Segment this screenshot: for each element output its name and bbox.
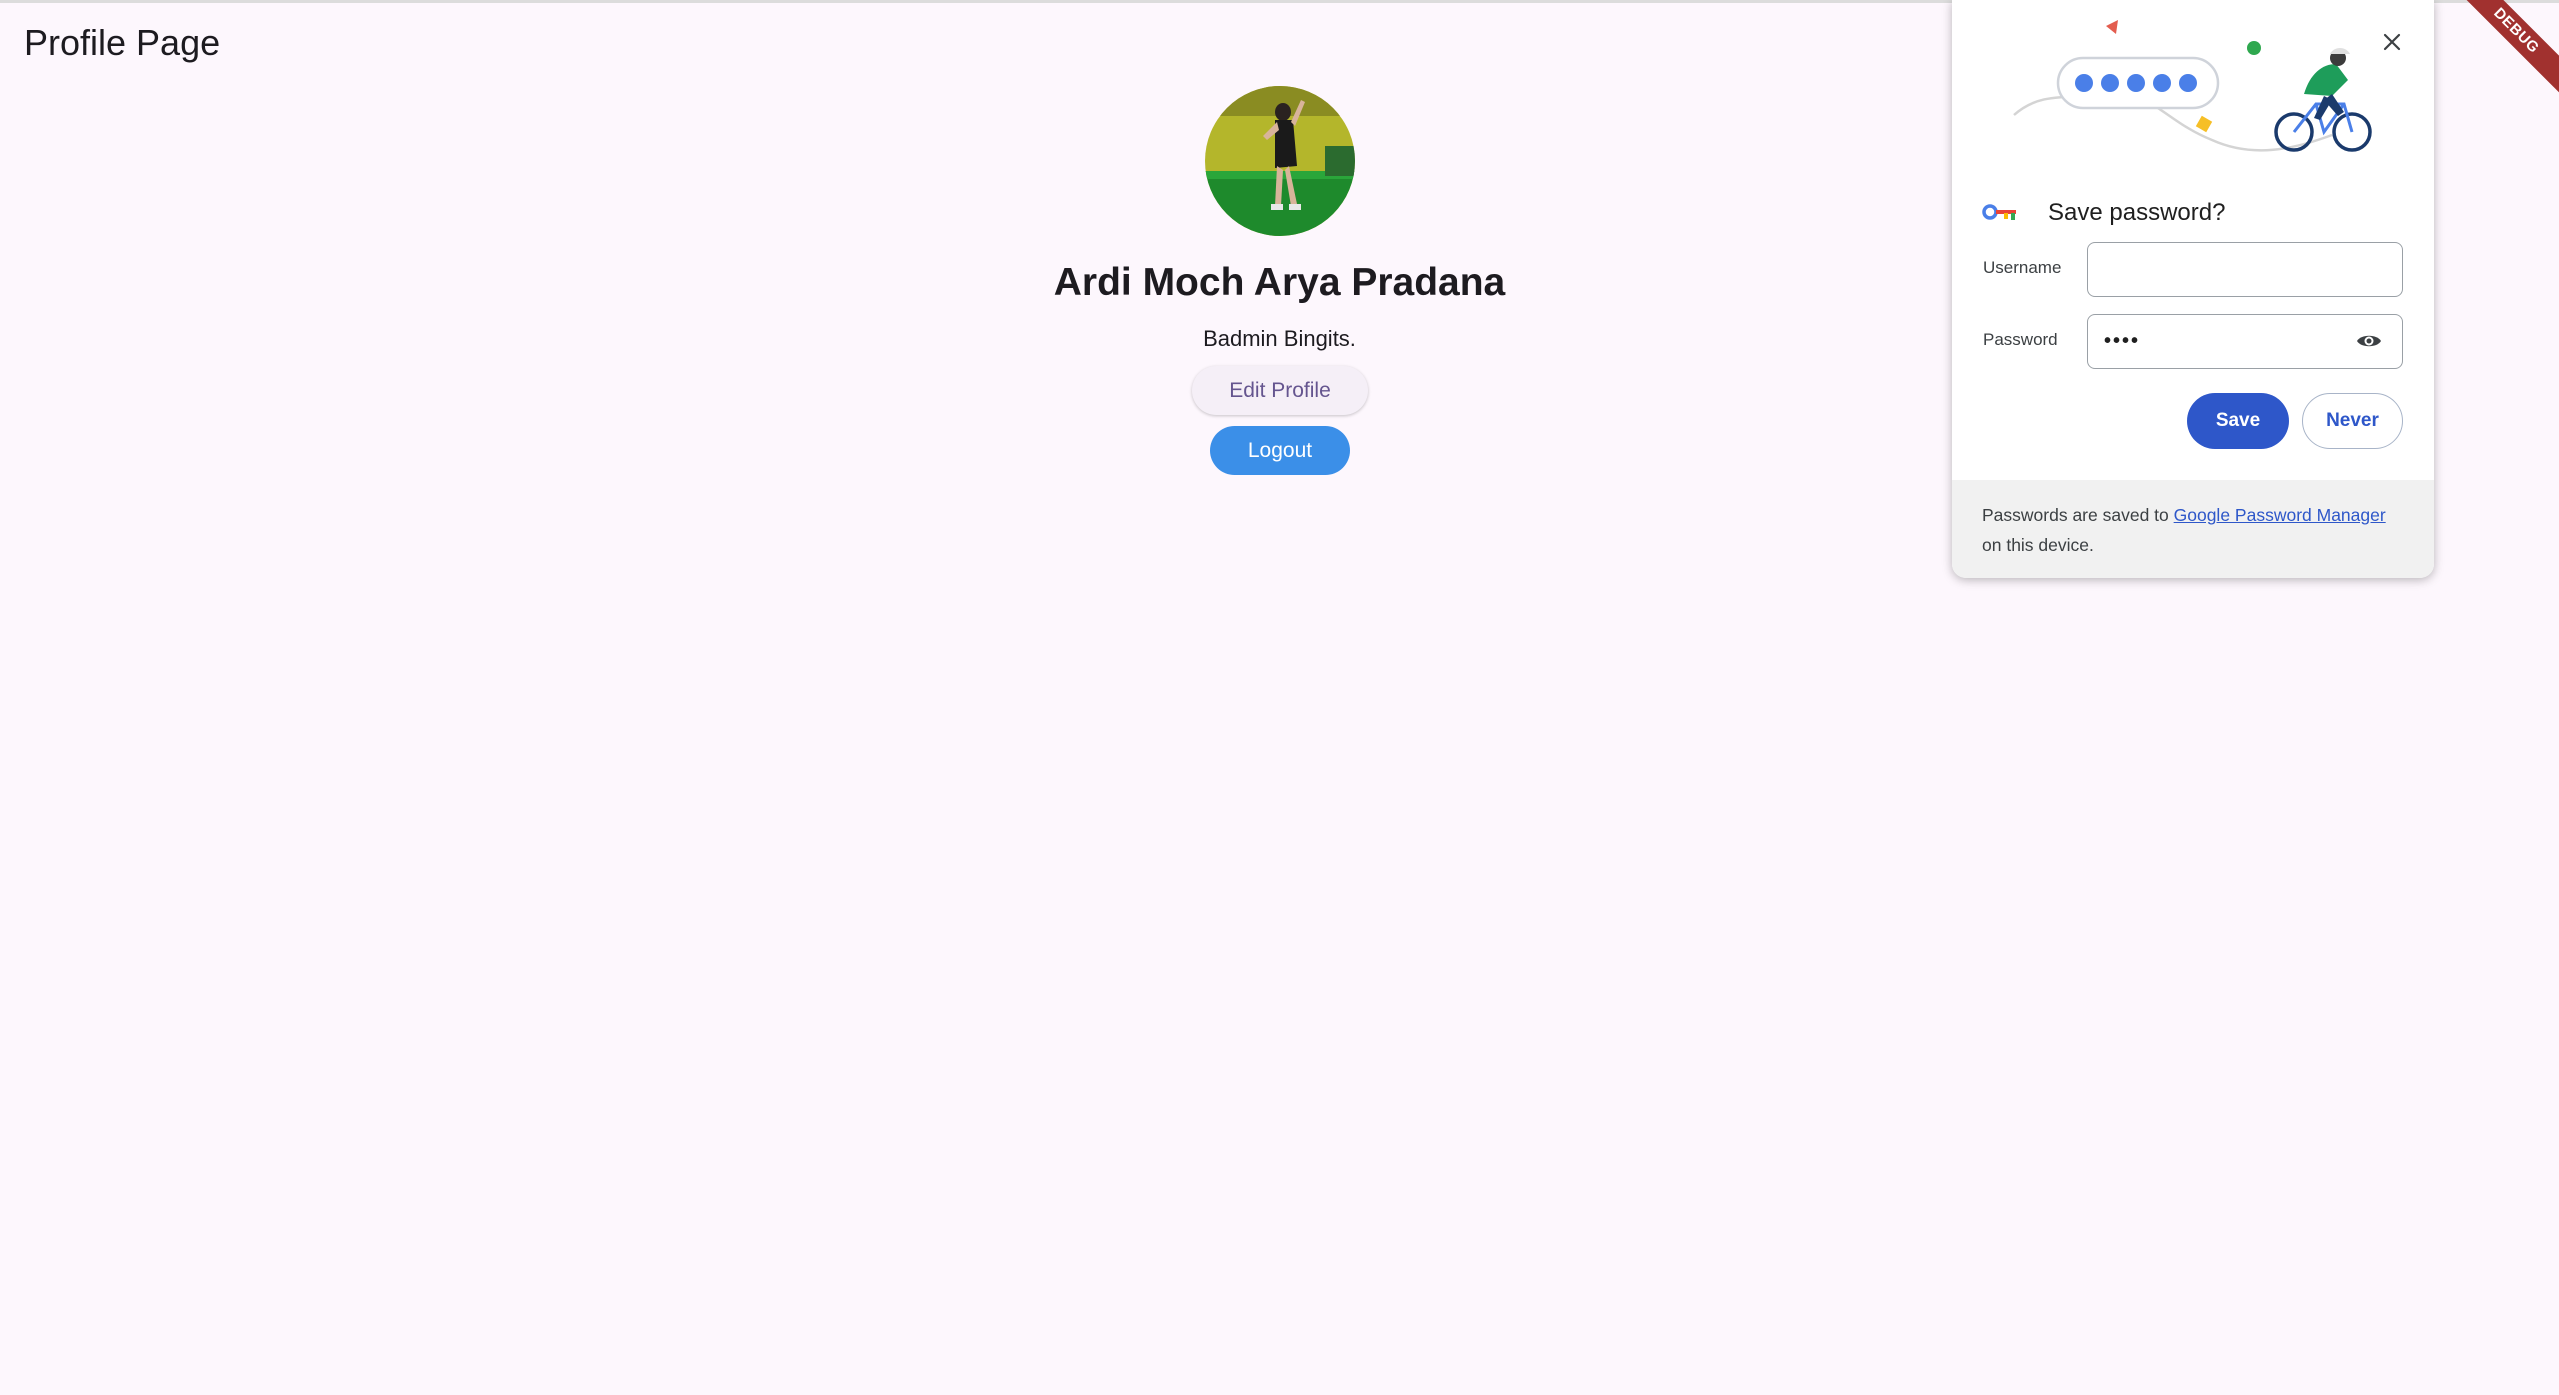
save-password-dialog: Save password? Username Password Save Ne… [1952, 0, 2434, 578]
dialog-footer: Passwords are saved to Google Password M… [1952, 480, 2434, 578]
avatar [1205, 86, 1355, 236]
password-manager-link[interactable]: Google Password Manager [2174, 505, 2386, 525]
close-dialog-button[interactable] [2372, 22, 2412, 62]
avatar-photo [1205, 86, 1355, 236]
edit-profile-button[interactable]: Edit Profile [1192, 366, 1368, 415]
logout-button[interactable]: Logout [1210, 426, 1350, 475]
key-icon [1982, 204, 2016, 220]
close-icon [2383, 33, 2401, 51]
eye-icon [2357, 335, 2381, 347]
dialog-title: Save password? [2048, 199, 2226, 226]
footer-text-device: on this device. [1982, 535, 2094, 555]
username-label: Username [1983, 258, 2062, 277]
username-field[interactable] [2087, 242, 2403, 297]
cyclist-illustration [2013, 20, 2372, 152]
never-button[interactable]: Never [2302, 393, 2403, 449]
footer-text: Passwords are saved to [1982, 505, 2174, 525]
password-label: Password [1983, 330, 2058, 349]
save-password-button[interactable]: Save [2187, 393, 2289, 449]
show-password-button[interactable] [2352, 327, 2386, 355]
